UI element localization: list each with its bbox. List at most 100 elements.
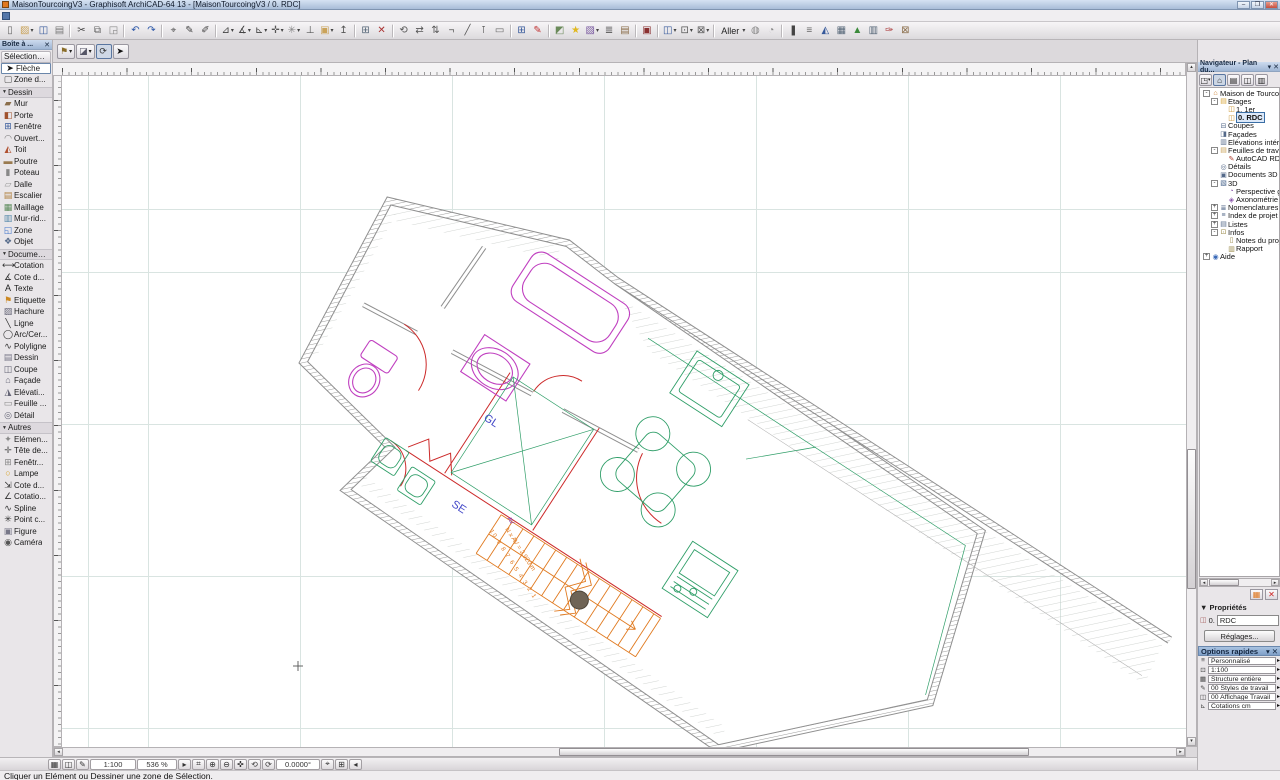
tree-item[interactable]: + ◉ Aide <box>1200 252 1279 261</box>
navigator-menu-icon[interactable]: ▾ <box>1268 63 1272 71</box>
close-button[interactable]: ✕ <box>1265 1 1278 9</box>
toolbar-icon-fillet[interactable]: ▭ <box>492 23 508 39</box>
toolbar-icon-magic-wand[interactable]: ⊞ <box>358 23 374 39</box>
toolbox-item[interactable]: ∡ Cote d... <box>0 272 52 284</box>
toolbar-icon-redo[interactable]: ↷ <box>143 23 159 39</box>
tree-expander-icon[interactable] <box>1219 237 1226 244</box>
bottom-toolbar-control-reset-orientation[interactable]: ⌖ <box>321 758 334 770</box>
tree-expander-icon[interactable] <box>1219 114 1226 121</box>
menu-item[interactable] <box>109 11 121 21</box>
bottom-toolbar-control-nav-back[interactable]: ◂ <box>349 758 362 770</box>
toolbar-icon-save[interactable]: ◫ <box>35 23 51 39</box>
dropdown-arrow-icon[interactable]: ▾ <box>89 48 92 55</box>
toolbar-icon[interactable] <box>391 23 394 38</box>
building-plan[interactable]: GL SE N x AV = 2,920 m 10 9 8 7 6 5 4 3 … <box>237 149 1176 747</box>
toolbar-icon-trim[interactable]: ✕ <box>374 23 390 39</box>
toolbox-item[interactable]: ⊞ Fenêtre <box>0 121 52 133</box>
toolbox-item[interactable]: ▼ Dessin <box>0 86 52 98</box>
toolbox-item[interactable]: ▤ Escalier <box>0 190 52 202</box>
menu-item[interactable] <box>13 11 25 21</box>
toolbar-icon[interactable] <box>713 23 716 38</box>
toolbox-item[interactable]: ✛ Tête de... <box>0 445 52 457</box>
dropdown-arrow-icon[interactable]: ▾ <box>30 27 33 34</box>
tree-scroll-thumb[interactable] <box>1209 579 1239 586</box>
toolbar-icon-zoom-options[interactable]: ◫ ▾ <box>661 23 678 39</box>
quick-option-row[interactable]: ▦ Structure entière ▸ <box>1198 674 1280 683</box>
bottom-toolbar-control-scale-field[interactable]: 1:100 <box>90 758 136 770</box>
toolbar-icon-markup[interactable]: ✑ <box>881 23 897 39</box>
toolbar-icon-3d-window[interactable]: ▣ <box>639 23 655 39</box>
navigator-toolbar-button-publisher[interactable]: ▥ <box>1255 74 1268 86</box>
toolbar-icon[interactable] <box>547 23 550 38</box>
toolbar-icon-teamwork-a[interactable]: ❚ <box>785 23 801 39</box>
tree-expander-icon[interactable] <box>1211 131 1218 138</box>
menu-item[interactable] <box>85 11 97 21</box>
toolbar-icon-intersect[interactable]: ⊺ <box>476 23 492 39</box>
toolbar-icon-snap-points[interactable]: ✳ ▾ <box>286 23 302 39</box>
toolbar-icon-relative-angle[interactable]: ⊾ ▾ <box>253 23 269 39</box>
scroll-right-icon[interactable]: ▸ <box>1271 579 1279 586</box>
toolbox-item[interactable]: ⇲ Cote d... <box>0 480 52 492</box>
toolbox-item[interactable]: ▤ Dessin <box>0 352 52 364</box>
toolbar-icon-teamwork-b[interactable]: ≡ <box>801 23 817 39</box>
toolbar-icon-arrow-mode[interactable]: ⊿ ▾ <box>219 23 235 39</box>
tree-item[interactable]: ▥ Rapport <box>1200 244 1279 253</box>
toolbox-item[interactable]: ▥ Mur-rid... <box>0 213 52 225</box>
toolbox-item[interactable]: ▣ Figure <box>0 526 52 538</box>
navigator-toolbar-button-view-map[interactable]: ▤ <box>1227 74 1240 86</box>
ruler-horizontal[interactable] <box>53 62 1186 76</box>
quick-options-menu-icon[interactable]: ▾ <box>1266 647 1270 656</box>
quick-option-value[interactable]: Cotations cm <box>1208 701 1276 710</box>
quick-option-value[interactable]: 1:100 <box>1208 665 1276 674</box>
toolbar-icon[interactable] <box>69 23 72 38</box>
navigator-close-icon[interactable]: ✕ <box>1273 63 1279 71</box>
tree-expander-icon[interactable] <box>1219 106 1226 113</box>
quick-option-row[interactable]: ⊡ 1:100 ▸ <box>1198 665 1280 674</box>
toolbox-item[interactable]: ◎ Détail <box>0 410 52 422</box>
toolbox-item[interactable]: ▨ Hachure <box>0 306 52 318</box>
toolbar-icon-next-view[interactable]: ◔ <box>763 23 779 39</box>
tree-expander-icon[interactable]: + <box>1211 220 1218 228</box>
dropdown-arrow-icon[interactable]: ▾ <box>248 27 251 34</box>
mini-toolbar-button-orient-view[interactable]: ⟳ <box>95 43 112 59</box>
bottom-toolbar-control-fills-toggle[interactable]: ◫ <box>62 758 75 770</box>
dropdown-arrow-icon[interactable]: ▾ <box>331 27 334 34</box>
toolbar-icon-suspend-groups[interactable]: ↥ <box>336 23 352 39</box>
toolbar-icon-guide-lines[interactable]: ✛ ▾ <box>269 23 285 39</box>
toolbox-item[interactable]: ◧ Porte <box>0 110 52 122</box>
toolbox-item[interactable]: A Texte <box>0 283 52 295</box>
bottom-toolbar-control-fit-in-window[interactable]: ⌗ <box>192 758 205 770</box>
toolbox-item[interactable]: ➤ Flèche <box>1 62 51 74</box>
toolbar-icon-split[interactable]: ╱ <box>460 23 476 39</box>
toolbar-icon-view-options[interactable]: ⊡ ▾ <box>678 23 694 39</box>
toolbar-icon-archive[interactable]: ⊠ <box>897 23 913 39</box>
toolbar-icon-teamwork-send[interactable]: ◭ <box>817 23 833 39</box>
bottom-toolbar-control-zoom-out[interactable]: ⊖ <box>220 758 233 770</box>
toolbox-item[interactable]: ▼ Autres <box>0 422 52 434</box>
bottom-toolbar-control-zoom-in[interactable]: ⊕ <box>206 758 219 770</box>
toolbox-item[interactable]: ∿ Polyligne <box>0 341 52 353</box>
menu-item[interactable] <box>73 11 85 21</box>
toolbox-item[interactable]: ◠ Ouvert... <box>0 133 52 145</box>
toolbar-icon-paste[interactable]: ◲ <box>105 23 121 39</box>
scroll-left-icon[interactable]: ◂ <box>54 748 63 756</box>
dropdown-arrow-icon[interactable]: ▾ <box>673 27 676 34</box>
mini-toolbar-button-favorites-popup[interactable]: ⚑ ▾ <box>57 43 76 59</box>
menu-item[interactable] <box>61 11 73 21</box>
horizontal-scrollbar[interactable]: ◂ ▸ <box>53 747 1186 757</box>
toolbox-item[interactable]: ◭ Toit <box>0 144 52 156</box>
toolbar-icon-display-options[interactable]: ⊠ ▾ <box>695 23 711 39</box>
mini-toolbar-button-pickup-popup[interactable]: ◪ ▾ <box>76 43 95 59</box>
toolbox-item[interactable]: ▭ Feuille ... <box>0 398 52 410</box>
bottom-toolbar-control-previous-zoom[interactable]: ⊞ <box>335 758 348 770</box>
navigator-toolbar-button-layout-book[interactable]: ◫ <box>1241 74 1254 86</box>
toolbar-icon-previous-view[interactable]: ◍ <box>747 23 763 39</box>
toolbar-icon-layer-combinations[interactable]: ▧ ▾ <box>584 23 601 39</box>
bottom-toolbar-control-zoom-field[interactable]: 536 % <box>137 758 177 770</box>
toolbox-item[interactable]: ▼ Documentat <box>0 248 52 260</box>
toolbar-icon-cut[interactable]: ✂ <box>73 23 89 39</box>
toolbar-icon-gravity[interactable]: ⊥ <box>302 23 318 39</box>
toolbar-icon-go-to[interactable]: Aller ▾ <box>717 23 747 39</box>
quick-options-close-icon[interactable]: ✕ <box>1272 647 1278 656</box>
quick-option-value[interactable]: Structure entière <box>1208 674 1276 683</box>
